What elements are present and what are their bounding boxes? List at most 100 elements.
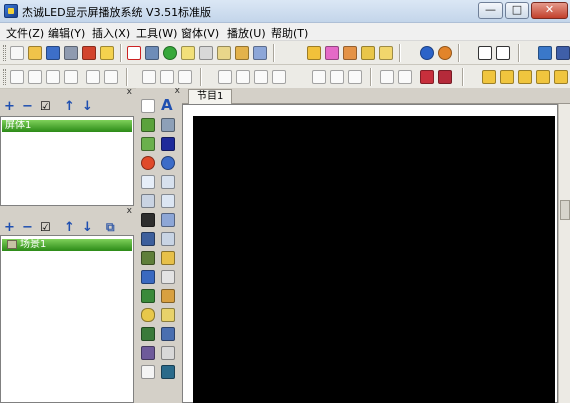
distribute-horizontal-icon[interactable] [272,70,286,84]
layer-split-icon[interactable] [438,70,452,84]
screen-down-icon[interactable]: ↓ [82,99,93,114]
settings-icon[interactable] [556,46,570,60]
screen-tool-icon[interactable] [161,137,175,151]
pointer-tool-icon[interactable] [141,99,155,113]
clock-tool-icon[interactable] [141,156,155,170]
full-screen-icon[interactable] [496,46,510,60]
toolbar-grip[interactable] [3,69,6,85]
palette-close-icon[interactable]: x [175,86,180,96]
screen-check-icon[interactable]: ☑ [40,99,51,114]
umbrella-tool-icon[interactable] [141,365,155,379]
export-icon[interactable] [82,46,96,60]
globe-tool-icon[interactable] [161,365,175,379]
align-middle-icon[interactable] [86,70,100,84]
chart-tool-icon[interactable] [161,327,175,341]
screen-add-icon[interactable]: + [4,99,15,114]
send-icon[interactable] [538,46,552,60]
screen-item[interactable]: 屏体1 [2,120,132,132]
scene-remove-icon[interactable]: − [22,220,33,235]
fit-window-icon[interactable] [478,46,492,60]
photo-tool-icon[interactable] [161,118,175,132]
counter-tool-icon[interactable] [161,346,175,360]
menu-edit[interactable]: 编辑(Y) [48,25,85,41]
align-bottom-icon[interactable] [28,70,42,84]
toolbar-grip[interactable] [3,45,6,61]
menu-help[interactable]: 帮助(T) [271,25,308,41]
paste-special-icon[interactable] [235,46,249,60]
weather-tool-icon[interactable] [141,346,155,360]
scene-copy-icon[interactable]: ⧉ [106,220,115,235]
menu-play[interactable]: 播放(U) [227,25,266,41]
text-tool-icon[interactable]: A [161,96,173,114]
scene-panel-close-icon[interactable]: x [127,206,132,216]
layer-icon[interactable] [420,70,434,84]
save-icon[interactable] [46,46,60,60]
delete-icon[interactable] [127,46,141,60]
reposition-icon[interactable] [398,70,412,84]
unlock-icon[interactable] [325,46,339,60]
image-tool-icon[interactable] [141,118,155,132]
grid-icon[interactable] [145,46,159,60]
center-horizontal-icon[interactable] [312,70,326,84]
music-tool-icon[interactable] [161,213,175,227]
menu-insert[interactable]: 插入(X) [92,25,130,41]
window-tool-icon[interactable] [141,232,155,246]
play-icon[interactable] [438,46,452,60]
scene-list[interactable]: 场景1 [0,235,134,403]
database-tool-icon[interactable] [141,308,155,322]
scene-add-icon[interactable]: + [4,220,15,235]
print-icon[interactable] [64,46,78,60]
space-horizontal-icon[interactable] [236,70,250,84]
align-center-icon[interactable] [104,70,118,84]
bring-to-front-icon[interactable] [482,70,496,84]
timer-tool-icon[interactable] [161,156,175,170]
same-width-icon[interactable] [142,70,156,84]
arrange-icon[interactable] [554,70,568,84]
screen-up-icon[interactable]: ↑ [64,99,75,114]
sheet-tool-icon[interactable] [141,327,155,341]
duplicate-icon[interactable] [253,46,267,60]
same-size-icon[interactable] [178,70,192,84]
word-art-icon[interactable] [141,175,155,189]
animation-tool-icon[interactable] [141,137,155,151]
distribute-icon[interactable] [254,70,268,84]
send-to-back-icon[interactable] [500,70,514,84]
table-text-icon[interactable] [161,175,175,189]
align-right-icon[interactable] [64,70,78,84]
space-vertical-icon[interactable] [218,70,232,84]
unlock-all-icon[interactable] [379,46,393,60]
web-tool-icon[interactable] [161,251,175,265]
maximize-button[interactable]: □ [505,2,529,19]
scene-up-icon[interactable]: ↑ [64,220,75,235]
align-left-icon[interactable] [46,70,60,84]
center-box-icon[interactable] [330,70,344,84]
video-tool-icon[interactable] [141,213,155,227]
preview-icon[interactable] [420,46,434,60]
camera-tool-icon[interactable] [141,251,155,265]
menu-file[interactable]: 文件(Z) [6,25,44,41]
bring-forward-icon[interactable] [518,70,532,84]
minimize-button[interactable]: — [478,2,503,19]
cut-icon[interactable] [199,46,213,60]
scene-down-icon[interactable]: ↓ [82,220,93,235]
resize-icon[interactable] [380,70,394,84]
note-tool-icon[interactable] [141,194,155,208]
lock-tool-icon[interactable] [161,308,175,322]
document-tool-icon[interactable] [161,194,175,208]
send-backward-icon[interactable] [536,70,550,84]
lock-icon[interactable] [307,46,321,60]
open-folder-icon[interactable] [28,46,42,60]
align-top-icon[interactable] [10,70,24,84]
new-file-icon[interactable] [10,46,24,60]
screen-panel-close-icon[interactable]: x [127,87,132,97]
grid-table-icon[interactable] [141,270,155,284]
tab-program-1[interactable]: 节目1 [188,89,233,104]
copy-icon[interactable] [181,46,195,60]
screen-remove-icon[interactable]: − [22,99,33,114]
paste-icon[interactable] [217,46,231,60]
screen-list[interactable]: 屏体1 [0,116,134,206]
scrollbar-thumb[interactable] [560,200,570,220]
menu-form[interactable]: 窗体(V) [181,25,219,41]
close-button[interactable]: ✕ [531,2,568,19]
center-vertical-icon[interactable] [348,70,362,84]
